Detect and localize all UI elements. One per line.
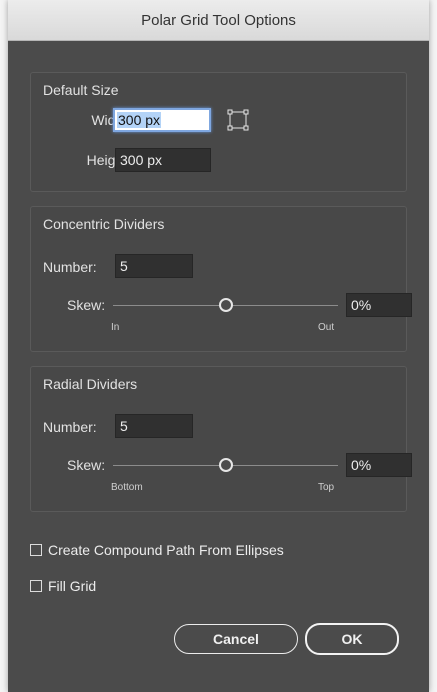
compound-path-checkbox[interactable] bbox=[30, 544, 42, 556]
fill-grid-label: Fill Grid bbox=[48, 578, 97, 594]
radial-number-value: 5 bbox=[120, 418, 128, 434]
window-title: Polar Grid Tool Options bbox=[141, 11, 296, 29]
concentric-title: Concentric Dividers bbox=[43, 216, 165, 232]
cancel-button[interactable]: Cancel bbox=[174, 624, 298, 654]
concentric-dividers-group: Concentric Dividers Number: 5 Skew: In O… bbox=[30, 206, 412, 352]
polar-grid-dialog: Polar Grid Tool Options Default Size Wid… bbox=[8, 0, 429, 692]
width-value: 300 px bbox=[117, 112, 162, 128]
height-input[interactable]: 300 px bbox=[115, 148, 211, 172]
compound-path-option[interactable]: Create Compound Path From Ellipses bbox=[30, 542, 284, 558]
radial-title: Radial Dividers bbox=[43, 376, 138, 392]
default-size-title: Default Size bbox=[43, 82, 119, 98]
radial-min-label: Bottom bbox=[111, 482, 143, 493]
radial-skew-handle[interactable] bbox=[218, 458, 233, 472]
concentric-skew-value: 0% bbox=[351, 297, 372, 313]
default-size-group: Default Size Width: 300 px Height: 300 p… bbox=[30, 72, 407, 192]
concentric-min-label: In bbox=[111, 322, 120, 333]
radial-number-input[interactable]: 5 bbox=[115, 414, 193, 438]
fill-grid-checkbox[interactable] bbox=[30, 580, 42, 592]
radial-skew-input[interactable]: 0% bbox=[346, 453, 412, 477]
bounding-box-icon[interactable] bbox=[226, 108, 250, 132]
radial-number-label: Number: bbox=[43, 419, 97, 435]
title-bar[interactable]: Polar Grid Tool Options bbox=[8, 0, 429, 41]
concentric-number-input[interactable]: 5 bbox=[115, 254, 193, 278]
radial-skew-value: 0% bbox=[351, 457, 372, 473]
ok-button[interactable]: OK bbox=[305, 623, 399, 655]
concentric-skew-input[interactable]: 0% bbox=[346, 293, 412, 317]
concentric-max-label: Out bbox=[318, 322, 335, 333]
radial-max-label: Top bbox=[318, 482, 335, 493]
radial-skew-label: Skew: bbox=[67, 457, 106, 473]
concentric-number-label: Number: bbox=[43, 259, 97, 275]
fill-grid-option[interactable]: Fill Grid bbox=[30, 578, 96, 594]
compound-path-label: Create Compound Path From Ellipses bbox=[48, 542, 284, 558]
concentric-number-value: 5 bbox=[120, 258, 128, 274]
width-input[interactable]: 300 px bbox=[113, 108, 211, 132]
concentric-skew-label: Skew: bbox=[67, 297, 106, 313]
radial-dividers-group: Radial Dividers Number: 5 Skew: Bottom T… bbox=[30, 366, 412, 512]
height-value: 300 px bbox=[120, 152, 163, 168]
concentric-skew-handle[interactable] bbox=[218, 298, 233, 312]
